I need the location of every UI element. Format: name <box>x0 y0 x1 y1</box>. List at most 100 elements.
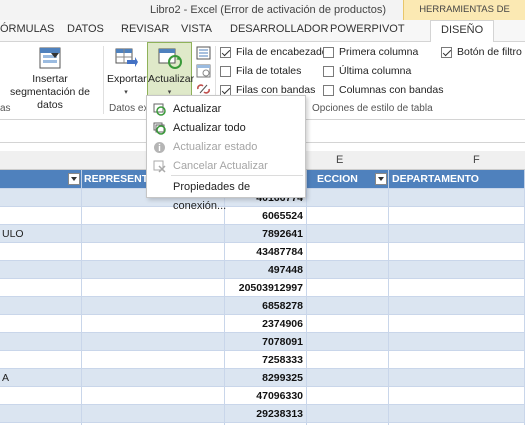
header-row-option[interactable]: Fila de encabezado <box>220 46 328 58</box>
table-cell[interactable] <box>82 333 225 350</box>
column-header-f[interactable]: F <box>473 154 480 166</box>
header-row-checkbox[interactable] <box>220 46 231 58</box>
column-header-e[interactable]: E <box>336 154 343 166</box>
table-row[interactable]: 7258333 <box>0 351 525 369</box>
table-cell[interactable] <box>389 189 525 206</box>
table-row[interactable]: 2374906 <box>0 315 525 333</box>
table-row[interactable]: A 8299325 <box>0 369 525 387</box>
table-cell[interactable] <box>307 261 389 278</box>
table-cell[interactable] <box>0 261 82 278</box>
banded-columns-option[interactable]: Columnas con bandas <box>323 84 443 96</box>
table-cell[interactable] <box>389 315 525 332</box>
table-cell[interactable] <box>82 225 225 242</box>
table-row[interactable]: 29238313 <box>0 405 525 423</box>
table-row[interactable]: 7078091 <box>0 333 525 351</box>
unlink-icon[interactable] <box>196 82 211 96</box>
tab-revisar[interactable]: REVISAR <box>121 23 169 35</box>
table-cell[interactable] <box>389 351 525 368</box>
table-cell[interactable] <box>389 279 525 296</box>
first-column-option[interactable]: Primera columna <box>323 46 418 58</box>
table-cell[interactable] <box>389 225 525 242</box>
table-cell[interactable] <box>389 405 525 422</box>
table-cell[interactable] <box>389 333 525 350</box>
menu-item-refresh[interactable]: Actualizar <box>147 100 305 119</box>
table-cell[interactable] <box>82 369 225 386</box>
table-cell[interactable] <box>0 387 82 404</box>
table-cell[interactable] <box>307 189 389 206</box>
table-cell[interactable] <box>82 279 225 296</box>
insert-slicer-button[interactable]: Insertar segmentación de datos <box>0 46 100 112</box>
banded-rows-checkbox[interactable] <box>220 84 231 96</box>
table-cell[interactable] <box>0 315 82 332</box>
table-cell[interactable] <box>0 207 82 224</box>
last-column-option[interactable]: Última columna <box>323 65 411 77</box>
table-cell-number[interactable]: 2374906 <box>225 315 307 332</box>
table-cell[interactable] <box>0 333 82 350</box>
table-cell-number[interactable]: 43487784 <box>225 243 307 260</box>
table-cell-number[interactable]: 6858278 <box>225 297 307 314</box>
tab-powerpivot[interactable]: POWERPIVOT <box>330 23 405 35</box>
tab-diseno[interactable]: DISEÑO <box>430 20 495 43</box>
tab-formulas[interactable]: ÓRMULAS <box>0 23 54 35</box>
table-cell[interactable] <box>82 315 225 332</box>
refresh-button[interactable]: Actualizar ▾ <box>147 42 194 96</box>
table-cell[interactable] <box>389 297 525 314</box>
tab-desarrollador[interactable]: DESARROLLADOR <box>230 23 328 35</box>
properties-icon[interactable] <box>196 46 211 60</box>
table-cell[interactable] <box>82 261 225 278</box>
filter-dropdown-icon[interactable] <box>375 173 387 185</box>
table-cell[interactable] <box>82 297 225 314</box>
table-cell[interactable] <box>307 369 389 386</box>
table-cell[interactable] <box>307 315 389 332</box>
table-cell[interactable] <box>0 279 82 296</box>
total-row-checkbox[interactable] <box>220 65 231 77</box>
tab-vista[interactable]: VISTA <box>181 23 212 35</box>
table-cell-number[interactable]: 47096330 <box>225 387 307 404</box>
table-cell-number[interactable]: 497448 <box>225 261 307 278</box>
table-cell[interactable] <box>0 405 82 422</box>
table-cell[interactable] <box>0 189 82 206</box>
table-cell[interactable]: A <box>0 369 82 386</box>
table-cell[interactable] <box>307 243 389 260</box>
table-cell[interactable] <box>389 369 525 386</box>
menu-item-refresh-all[interactable]: Actualizar todo <box>147 119 305 138</box>
table-cell[interactable] <box>389 243 525 260</box>
table-cell[interactable] <box>389 207 525 224</box>
table-cell[interactable] <box>307 207 389 224</box>
export-button[interactable]: Exportar ▾ <box>107 46 147 99</box>
filter-button-checkbox[interactable] <box>441 46 452 58</box>
table-cell[interactable] <box>307 405 389 422</box>
table-cell[interactable]: ULO <box>0 225 82 242</box>
table-row[interactable]: 6858278 <box>0 297 525 315</box>
table-cell[interactable] <box>82 243 225 260</box>
table-row[interactable]: 20503912997 <box>0 279 525 297</box>
table-cell[interactable] <box>307 333 389 350</box>
table-cell[interactable] <box>82 387 225 404</box>
table-row[interactable]: 47096330 <box>0 387 525 405</box>
menu-item-connection-properties[interactable]: Propiedades de conexión... <box>147 178 305 212</box>
table-cell[interactable] <box>0 243 82 260</box>
table-cell-number[interactable]: 29238313 <box>225 405 307 422</box>
table-cell[interactable] <box>307 387 389 404</box>
table-row[interactable]: 43487784 <box>0 243 525 261</box>
table-cell-number[interactable]: 8299325 <box>225 369 307 386</box>
open-in-browser-icon[interactable] <box>196 64 211 78</box>
table-cell-number[interactable]: 7078091 <box>225 333 307 350</box>
table-cell-number[interactable]: 7258333 <box>225 351 307 368</box>
table-cell[interactable] <box>82 351 225 368</box>
table-cell[interactable] <box>307 297 389 314</box>
first-column-checkbox[interactable] <box>323 46 334 58</box>
table-cell[interactable] <box>0 297 82 314</box>
total-row-option[interactable]: Fila de totales <box>220 65 301 77</box>
filter-dropdown-icon[interactable] <box>68 173 80 185</box>
table-row[interactable]: 497448 <box>0 261 525 279</box>
last-column-checkbox[interactable] <box>323 65 334 77</box>
table-cell[interactable] <box>389 387 525 404</box>
table-cell[interactable] <box>307 225 389 242</box>
tab-datos[interactable]: DATOS <box>67 23 104 35</box>
table-cell-number[interactable]: 20503912997 <box>225 279 307 296</box>
banded-columns-checkbox[interactable] <box>323 84 334 96</box>
table-cell[interactable] <box>82 405 225 422</box>
table-cell[interactable] <box>389 261 525 278</box>
filter-button-option[interactable]: Botón de filtro <box>441 46 522 58</box>
